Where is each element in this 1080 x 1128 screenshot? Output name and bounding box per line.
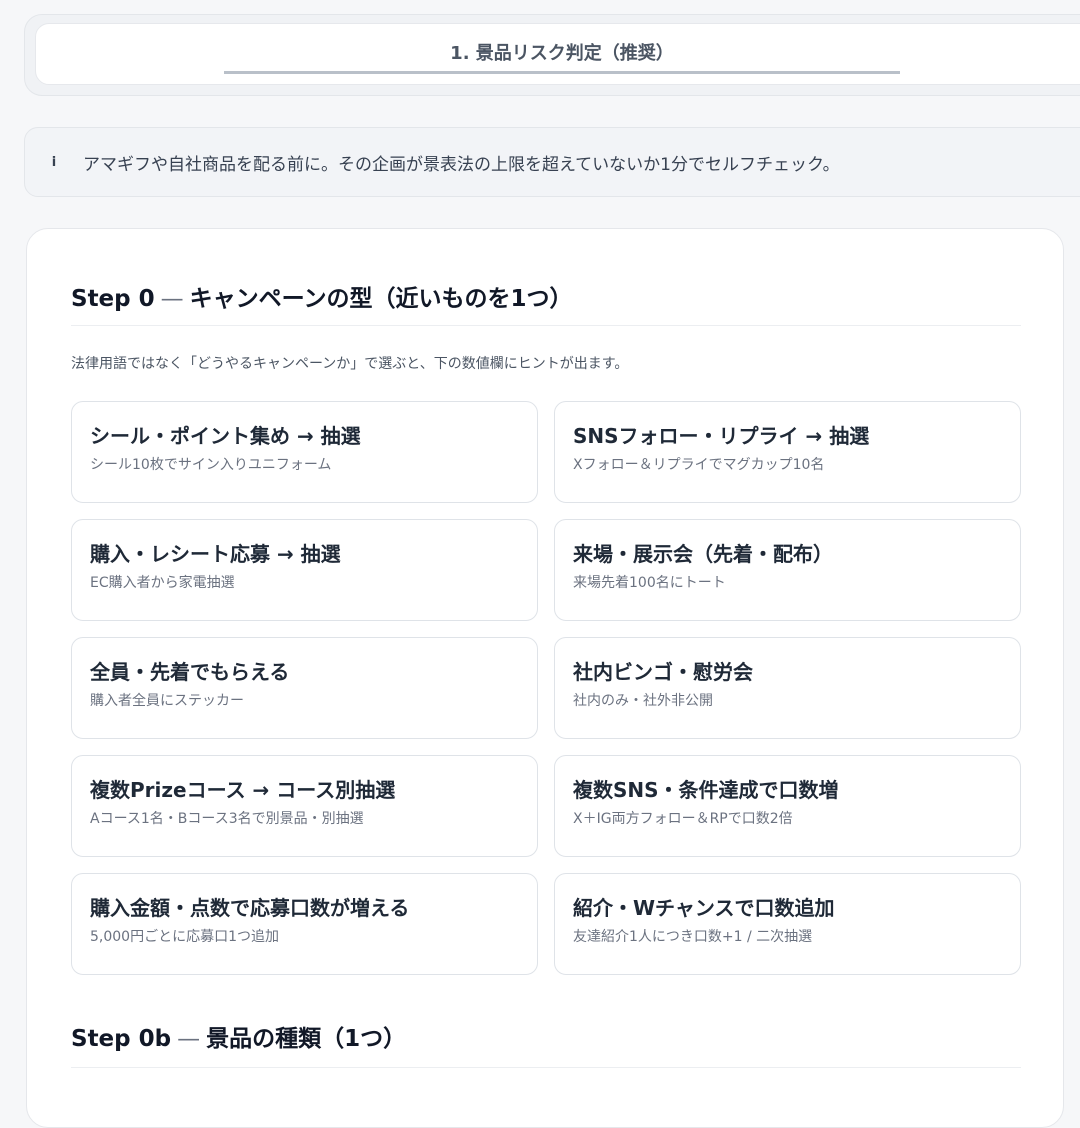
step0-hint: 法律用語ではなく「どうやるキャンペーンか」で選ぶと、下の数値欄にヒントが出ます。: [71, 356, 629, 372]
step0-heading: Step 0— キャンペーンの型（近いものを1つ）: [71, 279, 573, 313]
option-subtitle: Aコース1名・Bコース3名で別景品・別抽選: [90, 811, 364, 827]
option-multiple-prize-course[interactable]: 複数Prizeコース → コース別抽選 Aコース1名・Bコース3名で別景品・別抽…: [71, 755, 538, 857]
option-title: 社内ビンゴ・慰労会: [573, 660, 753, 684]
option-subtitle: X＋IG両方フォロー＆RPで口数2倍: [573, 811, 793, 827]
step0-label: Step 0: [71, 286, 155, 312]
info-banner: i アマギフや自社商品を配る前に。その企画が景表法の上限を超えていないか1分でセ…: [24, 127, 1080, 197]
option-title: 購入金額・点数で応募口数が増える: [90, 896, 410, 920]
option-title: 紹介・Wチャンスで口数追加: [573, 896, 835, 920]
option-subtitle: 友達紹介1人につき口数+1 / 二次抽選: [573, 929, 813, 945]
step0b-label: Step 0b: [71, 1026, 172, 1052]
option-title: SNSフォロー・リプライ → 抽選: [573, 424, 870, 448]
option-subtitle: EC購入者から家電抽選: [90, 575, 235, 591]
option-purchase-amount[interactable]: 購入金額・点数で応募口数が増える 5,000円ごとに応募口1つ追加: [71, 873, 538, 975]
option-title: 来場・展示会（先着・配布）: [573, 542, 833, 566]
step0-divider: [71, 325, 1021, 326]
option-title: 全員・先着でもらえる: [90, 660, 290, 684]
tab-bar: 1. 景品リスク判定（推奨）: [24, 14, 1080, 96]
option-internal-bingo[interactable]: 社内ビンゴ・慰労会 社内のみ・社外非公開: [554, 637, 1021, 739]
option-seal-point[interactable]: シール・ポイント集め → 抽選 シール10枚でサイン入りユニフォーム: [71, 401, 538, 503]
step0-dash: —: [160, 286, 184, 312]
option-subtitle: 5,000円ごとに応募口1つ追加: [90, 929, 279, 945]
step0b-heading: Step 0b — 景品の種類（1つ）: [71, 1019, 406, 1053]
option-sns-follow[interactable]: SNSフォロー・リプライ → 抽選 Xフォロー＆リプライでマグカップ10名: [554, 401, 1021, 503]
step0b-divider: [71, 1067, 1021, 1068]
option-everyone-first-come[interactable]: 全員・先着でもらえる 購入者全員にステッカー: [71, 637, 538, 739]
step0b-title: 景品の種類（1つ）: [206, 1026, 407, 1052]
option-subtitle: 社内のみ・社外非公開: [573, 693, 713, 709]
option-title: 購入・レシート応募 → 抽選: [90, 542, 341, 566]
info-icon: i: [51, 154, 57, 170]
tab-bar-inner: 1. 景品リスク判定（推奨）: [35, 23, 1080, 85]
option-venue-exhibition[interactable]: 来場・展示会（先着・配布） 来場先着100名にトート: [554, 519, 1021, 621]
main-card: Step 0— キャンペーンの型（近いものを1つ） 法律用語ではなく「どうやるキャ…: [26, 228, 1064, 1128]
option-subtitle: シール10枚でサイン入りユニフォーム: [90, 457, 332, 473]
option-referral-wchance[interactable]: 紹介・Wチャンスで口数追加 友達紹介1人につき口数+1 / 二次抽選: [554, 873, 1021, 975]
step0b-dash: —: [177, 1026, 201, 1052]
option-title: 複数Prizeコース → コース別抽選: [90, 778, 396, 802]
step0-title: キャンペーンの型（近いものを1つ）: [189, 286, 573, 312]
campaign-type-options: シール・ポイント集め → 抽選 シール10枚でサイン入りユニフォーム SNSフォ…: [71, 401, 1021, 975]
option-multiple-sns[interactable]: 複数SNS・条件達成で口数増 X＋IG両方フォロー＆RPで口数2倍: [554, 755, 1021, 857]
option-subtitle: 来場先着100名にトート: [573, 575, 726, 591]
option-title: シール・ポイント集め → 抽選: [90, 424, 361, 448]
tab-risk-check[interactable]: 1. 景品リスク判定（推奨）: [224, 34, 900, 74]
option-purchase-receipt[interactable]: 購入・レシート応募 → 抽選 EC購入者から家電抽選: [71, 519, 538, 621]
info-text: アマギフや自社商品を配る前に。その企画が景表法の上限を超えていないか1分でセルフ…: [83, 154, 840, 175]
option-title: 複数SNS・条件達成で口数増: [573, 778, 839, 802]
option-subtitle: 購入者全員にステッカー: [90, 693, 244, 709]
option-subtitle: Xフォロー＆リプライでマグカップ10名: [573, 457, 825, 473]
